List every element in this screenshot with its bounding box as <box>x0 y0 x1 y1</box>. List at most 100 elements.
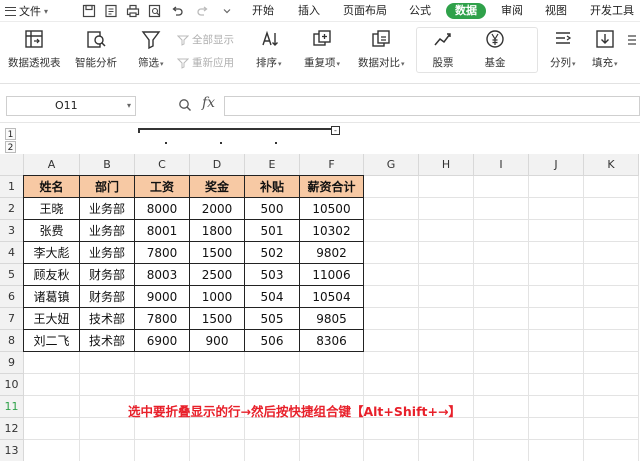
table-cell[interactable]: 张费 <box>24 220 80 242</box>
table-cell[interactable]: 李大彪 <box>24 242 80 264</box>
table-header-cell[interactable]: 薪资合计 <box>300 176 364 198</box>
cell[interactable] <box>135 352 190 374</box>
tab-page-layout[interactable]: 页面布局 <box>343 3 387 19</box>
cell[interactable] <box>474 374 529 396</box>
cell[interactable] <box>474 198 529 220</box>
cell[interactable] <box>584 396 639 418</box>
cell[interactable] <box>529 440 584 461</box>
tab-review[interactable]: 审阅 <box>501 3 523 19</box>
cell[interactable] <box>474 330 529 352</box>
tab-insert[interactable]: 插入 <box>298 3 320 19</box>
column-header[interactable]: B <box>80 154 135 176</box>
table-header-cell[interactable]: 部门 <box>80 176 135 198</box>
cell[interactable] <box>529 396 584 418</box>
cell[interactable] <box>364 352 419 374</box>
cell[interactable] <box>190 374 245 396</box>
row-header[interactable]: 3 <box>0 220 24 242</box>
cell[interactable] <box>584 308 639 330</box>
cell[interactable] <box>364 418 419 440</box>
table-cell[interactable]: 8001 <box>135 220 190 242</box>
table-cell[interactable]: 诸葛镇 <box>24 286 80 308</box>
cell[interactable] <box>364 374 419 396</box>
table-cell[interactable]: 502 <box>245 242 300 264</box>
table-cell[interactable]: 7800 <box>135 242 190 264</box>
cell[interactable] <box>364 264 419 286</box>
table-cell[interactable]: 王大妞 <box>24 308 80 330</box>
table-cell[interactable]: 10504 <box>300 286 364 308</box>
cell[interactable] <box>24 396 80 418</box>
cell[interactable] <box>584 242 639 264</box>
table-cell[interactable]: 8306 <box>300 330 364 352</box>
zoom-icon[interactable] <box>178 98 192 112</box>
cell[interactable] <box>190 418 245 440</box>
cell[interactable] <box>245 374 300 396</box>
cell[interactable] <box>300 418 364 440</box>
cell[interactable] <box>135 374 190 396</box>
table-cell[interactable]: 1000 <box>190 286 245 308</box>
column-header[interactable]: I <box>474 154 529 176</box>
table-cell[interactable]: 506 <box>245 330 300 352</box>
table-cell[interactable]: 技术部 <box>80 308 135 330</box>
cell[interactable] <box>474 220 529 242</box>
cell[interactable] <box>584 374 639 396</box>
table-cell[interactable]: 10302 <box>300 220 364 242</box>
table-cell[interactable]: 1500 <box>190 308 245 330</box>
table-cell[interactable]: 刘二飞 <box>24 330 80 352</box>
file-menu[interactable]: 文件 ▾ <box>5 3 48 19</box>
table-cell[interactable]: 501 <box>245 220 300 242</box>
table-header-cell[interactable]: 姓名 <box>24 176 80 198</box>
cell[interactable] <box>24 352 80 374</box>
export-pdf-icon[interactable] <box>102 2 120 20</box>
table-cell[interactable]: 9805 <box>300 308 364 330</box>
cell[interactable] <box>80 374 135 396</box>
table-cell[interactable]: 9802 <box>300 242 364 264</box>
table-header-cell[interactable]: 工资 <box>135 176 190 198</box>
row-header[interactable]: 8 <box>0 330 24 352</box>
table-cell[interactable]: 业务部 <box>80 220 135 242</box>
column-header[interactable]: F <box>300 154 364 176</box>
cell[interactable] <box>190 352 245 374</box>
save-icon[interactable] <box>80 2 98 20</box>
table-cell[interactable]: 500 <box>245 198 300 220</box>
table-cell[interactable]: 技术部 <box>80 330 135 352</box>
row-header[interactable]: 7 <box>0 308 24 330</box>
cell[interactable] <box>364 286 419 308</box>
cell[interactable] <box>245 352 300 374</box>
cell[interactable] <box>364 198 419 220</box>
cell[interactable] <box>419 242 474 264</box>
cell[interactable] <box>24 418 80 440</box>
tab-home[interactable]: 开始 <box>252 3 274 19</box>
table-cell[interactable]: 8000 <box>135 198 190 220</box>
cell[interactable] <box>24 440 80 461</box>
cell[interactable] <box>419 418 474 440</box>
column-header[interactable]: A <box>24 154 80 176</box>
cell[interactable] <box>419 198 474 220</box>
cell[interactable] <box>419 374 474 396</box>
outline-level-2[interactable]: 2 <box>5 141 16 153</box>
tab-formulas[interactable]: 公式 <box>409 3 431 19</box>
table-header-cell[interactable]: 补贴 <box>245 176 300 198</box>
cell[interactable] <box>584 286 639 308</box>
row-header[interactable]: 10 <box>0 374 24 396</box>
cell[interactable] <box>80 418 135 440</box>
table-cell[interactable]: 6900 <box>135 330 190 352</box>
table-cell[interactable]: 1500 <box>190 242 245 264</box>
cell[interactable] <box>584 352 639 374</box>
cell[interactable] <box>584 198 639 220</box>
cell[interactable] <box>474 308 529 330</box>
cell[interactable] <box>24 374 80 396</box>
print-icon[interactable] <box>124 2 142 20</box>
cell[interactable] <box>529 220 584 242</box>
table-cell[interactable]: 7800 <box>135 308 190 330</box>
column-header[interactable]: H <box>419 154 474 176</box>
cell[interactable] <box>474 242 529 264</box>
cell[interactable] <box>529 286 584 308</box>
cell[interactable] <box>364 330 419 352</box>
table-cell[interactable]: 8003 <box>135 264 190 286</box>
column-header[interactable]: J <box>529 154 584 176</box>
fund-button[interactable]: 基金 <box>484 28 506 70</box>
row-header[interactable]: 12 <box>0 418 24 440</box>
more-ribbon-icon[interactable] <box>626 34 638 46</box>
row-header[interactable]: 5 <box>0 264 24 286</box>
smart-analysis-button[interactable]: 智能分析 <box>75 28 117 70</box>
